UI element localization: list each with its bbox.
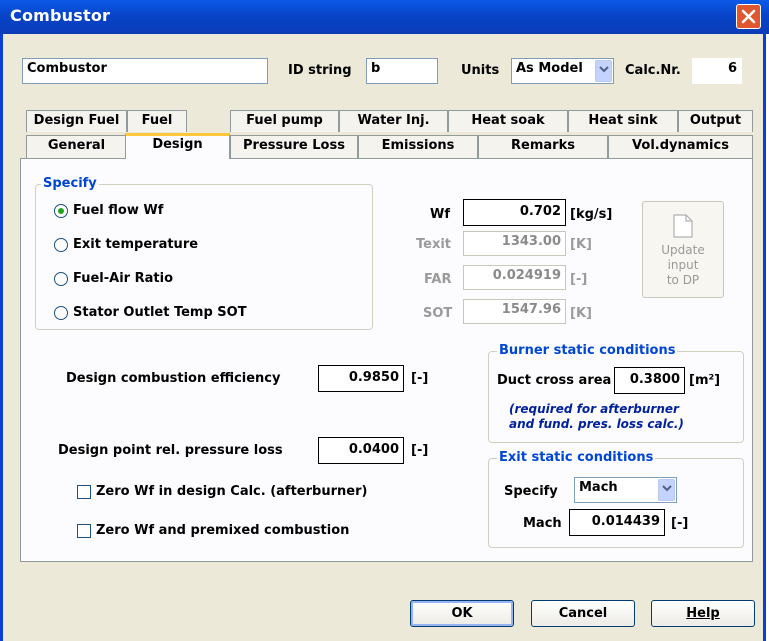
sot-input: 1547.96 [463,299,566,324]
specify-group-title: Specify [41,176,99,191]
tab-design-fuel[interactable]: Design Fuel [26,110,127,132]
exit-specify-value: Mach [579,480,618,495]
radio-fuel-air-ratio[interactable] [54,272,68,286]
tab-fuel[interactable]: Fuel [127,110,187,132]
duct-cross-area-input[interactable]: 0.3800 [614,367,685,394]
pressure-loss-label: Design point rel. pressure loss [58,443,283,458]
far-unit: [-] [570,272,588,287]
radio-fuel-flow-label[interactable]: Fuel flow Wf [73,203,163,218]
tab-vol-dynamics[interactable]: Vol.dynamics [608,135,753,159]
name-input[interactable]: Combustor [22,58,268,84]
document-icon [673,214,693,238]
pressure-loss-unit: [-] [411,443,429,458]
ok-button[interactable]: OK [410,600,514,627]
mach-unit: [-] [671,516,689,531]
id-string-input[interactable]: b [366,58,438,84]
radio-selected-dot [58,208,64,214]
texit-unit: [K] [570,237,592,252]
radio-fuel-flow[interactable] [54,204,68,218]
title-bar[interactable]: Combustor [0,0,769,34]
wf-input[interactable]: 0.702 [463,199,566,226]
units-value: As Model [516,61,583,76]
far-label: FAR [424,272,452,287]
id-string-label: ID string [288,63,352,78]
units-dropdown-button[interactable] [595,60,612,82]
exit-static-title: Exit static conditions [497,450,656,465]
tab-water-inj[interactable]: Water Inj. [339,110,448,132]
units-select[interactable]: As Model [511,58,614,84]
duct-cross-area-label: Duct cross area [497,373,612,388]
efficiency-input[interactable]: 0.9850 [318,365,404,392]
wf-unit: [kg/s] [570,207,613,222]
update-input-to-dp-button[interactable]: Update input to DP [642,201,724,298]
radio-fuel-air-ratio-label[interactable]: Fuel-Air Ratio [73,271,173,286]
zero-wf-design-checkbox[interactable] [77,485,91,499]
exit-specify-select[interactable]: Mach [574,477,677,503]
pressure-loss-input[interactable]: 0.0400 [318,437,404,464]
efficiency-unit: [-] [411,371,429,386]
texit-label: Texit [416,237,452,252]
burner-note: (required for afterburner and fund. pres… [509,402,684,431]
close-icon [741,9,756,24]
zero-wf-premixed-label[interactable]: Zero Wf and premixed combustion [96,523,349,538]
window-title: Combustor [10,6,111,25]
close-button[interactable] [736,4,761,29]
mach-input[interactable]: 0.014439 [569,509,665,536]
burner-static-title: Burner static conditions [497,343,678,358]
sot-label: SOT [423,306,453,321]
tab-pressure-loss[interactable]: Pressure Loss [230,135,358,159]
wf-label: Wf [430,207,450,222]
units-label: Units [461,63,500,78]
mach-label: Mach [523,516,562,531]
calc-nr-label: Calc.Nr. [625,63,681,78]
radio-exit-temperature[interactable] [54,238,68,252]
tab-fuel-pump[interactable]: Fuel pump [230,110,339,132]
texit-input: 1343.00 [463,231,566,256]
radio-exit-temperature-label[interactable]: Exit temperature [73,237,198,252]
tab-general[interactable]: General [26,135,127,159]
sot-unit: [K] [570,306,592,321]
radio-sot[interactable] [54,306,68,320]
calc-nr-value: 6 [692,58,742,84]
zero-wf-premixed-checkbox[interactable] [77,524,91,538]
chevron-down-icon [599,66,609,73]
help-button[interactable]: Help [651,600,755,627]
tab-emissions[interactable]: Emissions [358,135,478,159]
update-button-label: Update input to DP [661,243,705,287]
duct-cross-area-unit: [m²] [689,373,721,388]
exit-specify-dropdown-button[interactable] [658,479,675,501]
efficiency-label: Design combustion efficiency [66,371,281,386]
radio-sot-label[interactable]: Stator Outlet Temp SOT [73,305,247,320]
tab-heat-soak[interactable]: Heat soak [448,110,568,132]
exit-specify-label: Specify [504,484,558,499]
zero-wf-design-label[interactable]: Zero Wf in design Calc. (afterburner) [96,484,367,499]
tab-output[interactable]: Output [678,110,753,132]
chevron-down-icon [662,485,672,492]
tab-heat-sink[interactable]: Heat sink [568,110,678,132]
tab-design[interactable]: Design [125,133,230,159]
cancel-button[interactable]: Cancel [531,600,635,627]
far-input: 0.024919 [463,265,566,290]
tab-remarks[interactable]: Remarks [478,135,608,159]
